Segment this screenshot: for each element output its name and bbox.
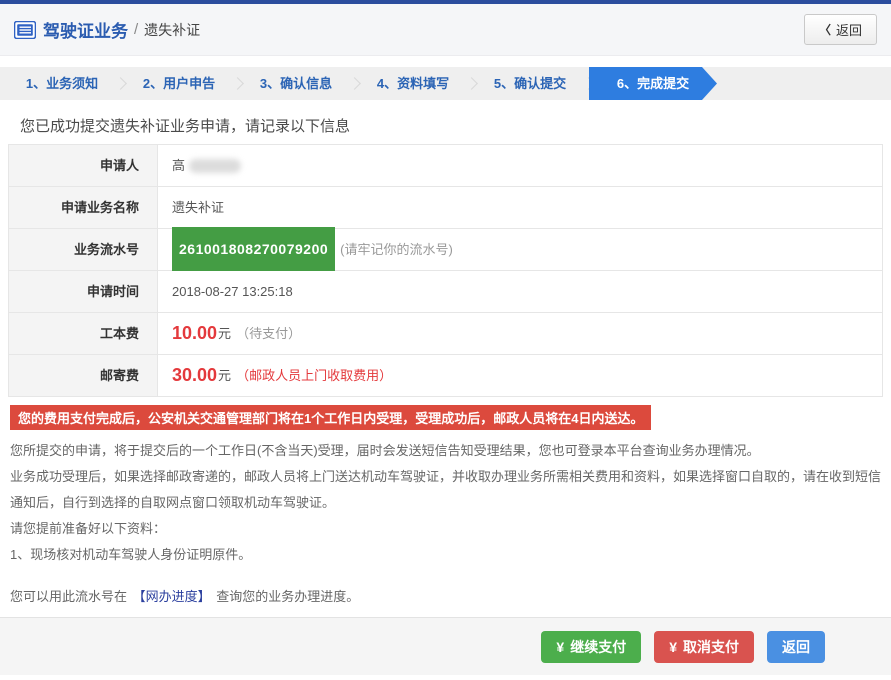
success-message: 您已成功提交遗失补证业务申请，请记录以下信息 xyxy=(20,115,891,136)
row-label: 申请业务名称 xyxy=(9,187,158,228)
table-row: 业务流水号261001808270079200(请牢记你的流水号) xyxy=(9,229,882,271)
table-row: 邮寄费30.00元（邮政人员上门收取费用） xyxy=(9,355,882,396)
footer-button-label: 返回 xyxy=(782,637,810,657)
serial-number-badge: 261001808270079200 xyxy=(172,227,335,272)
footer-button-continue-payment[interactable]: ¥ 继续支付 xyxy=(541,631,641,663)
footer-button-label: 取消支付 xyxy=(683,637,739,657)
progress-suffix: 查询您的业务办理进度。 xyxy=(216,589,359,604)
fee-amount: 30.00 xyxy=(172,355,217,396)
chevron-left-icon: 〈 xyxy=(819,21,831,38)
notice-banner-wrap: 您的费用支付完成后，公安机关交通管理部门将在1个工作日内受理，受理成功后，邮政人… xyxy=(10,405,891,430)
step-tab-5: 5、确认提交 xyxy=(472,67,588,100)
table-row: 申请人高 xyxy=(9,145,882,187)
breadcrumb-current: 遗失补证 xyxy=(144,20,200,40)
step-tabs: 1、业务须知2、用户申告3、确认信息4、资料填写5、确认提交6、完成提交 xyxy=(0,67,891,100)
row-value: 高 xyxy=(158,145,882,186)
footer-button-cancel-payment[interactable]: ¥ 取消支付 xyxy=(654,631,754,663)
list-form-icon xyxy=(14,21,36,39)
notice-banner: 您的费用支付完成后，公安机关交通管理部门将在1个工作日内受理，受理成功后，邮政人… xyxy=(10,405,651,430)
row-value: 10.00元（待支付） xyxy=(158,313,882,354)
step-tab-3: 3、确认信息 xyxy=(238,67,354,100)
row-label: 工本费 xyxy=(9,313,158,354)
step-tab-1: 1、业务须知 xyxy=(4,67,120,100)
progress-prefix: 您可以用此流水号在 xyxy=(10,589,127,604)
back-button-label: 返回 xyxy=(836,20,862,39)
row-label: 申请人 xyxy=(9,145,158,186)
step-tabbar-wrap: 1、业务须知2、用户申告3、确认信息4、资料填写5、确认提交6、完成提交 xyxy=(0,67,891,100)
row-value: 2018-08-27 13:25:18 xyxy=(158,271,882,312)
online-progress-link[interactable]: 【网办进度】 xyxy=(133,589,211,604)
info-paragraphs: 您所提交的申请，将于提交后的一个工作日(不含当天)受理，届时会发送短信告知受理结… xyxy=(10,438,881,568)
serial-note: (请牢记你的流水号) xyxy=(340,229,453,270)
info-paragraph: 请您提前准备好以下资料： xyxy=(10,516,881,542)
back-button[interactable]: 〈 返回 xyxy=(804,14,877,45)
row-label: 业务流水号 xyxy=(9,229,158,270)
row-value: 遗失补证 xyxy=(158,187,882,228)
row-label: 邮寄费 xyxy=(9,355,158,396)
footer-action-bar: ¥ 继续支付 ¥ 取消支付 返回 xyxy=(0,617,891,675)
application-info-table: 申请人高申请业务名称遗失补证业务流水号261001808270079200(请牢… xyxy=(8,144,883,397)
info-paragraph: 1、现场核对机动车驾驶人身份证明原件。 xyxy=(10,542,881,568)
info-paragraph: 您所提交的申请，将于提交后的一个工作日(不含当天)受理，届时会发送短信告知受理结… xyxy=(10,438,881,464)
fee-unit: 元 xyxy=(218,313,231,354)
fee-amount: 10.00 xyxy=(172,313,217,354)
fee-note: （待支付） xyxy=(236,313,301,354)
breadcrumb-section: 驾驶证业务 xyxy=(43,17,128,42)
step-tab-4: 4、资料填写 xyxy=(355,67,471,100)
fee-unit: 元 xyxy=(218,355,231,396)
applicant-name: 高 xyxy=(172,145,185,186)
page-header: 驾驶证业务 / 遗失补证 〈 返回 xyxy=(0,4,891,56)
step-tab-2: 2、用户申告 xyxy=(121,67,237,100)
table-row: 申请业务名称遗失补证 xyxy=(9,187,882,229)
progress-query-line: 您可以用此流水号在 【网办进度】 查询您的业务办理进度。 xyxy=(10,584,881,610)
table-row: 申请时间2018-08-27 13:25:18 xyxy=(9,271,882,313)
table-row: 工本费10.00元（待支付） xyxy=(9,313,882,355)
masked-name-blur xyxy=(189,159,241,173)
row-label: 申请时间 xyxy=(9,271,158,312)
breadcrumb-separator: / xyxy=(134,21,138,38)
fee-note: （邮政人员上门收取费用） xyxy=(236,355,392,396)
row-value: 261001808270079200(请牢记你的流水号) xyxy=(158,229,882,270)
step-tab-6: 6、完成提交 xyxy=(589,67,717,100)
info-paragraph: 业务成功受理后，如果选择邮政寄递的，邮政人员将上门送达机动车驾驶证，并收取办理业… xyxy=(10,464,881,516)
footer-button-label: 继续支付 xyxy=(570,637,626,657)
footer-button-return[interactable]: 返回 xyxy=(767,631,825,663)
row-value: 30.00元（邮政人员上门收取费用） xyxy=(158,355,882,396)
yen-icon: ¥ xyxy=(556,639,564,655)
license-service-page: 驾驶证业务 / 遗失补证 〈 返回 1、业务须知2、用户申告3、确认信息4、资料… xyxy=(0,0,891,680)
yen-icon: ¥ xyxy=(669,639,677,655)
